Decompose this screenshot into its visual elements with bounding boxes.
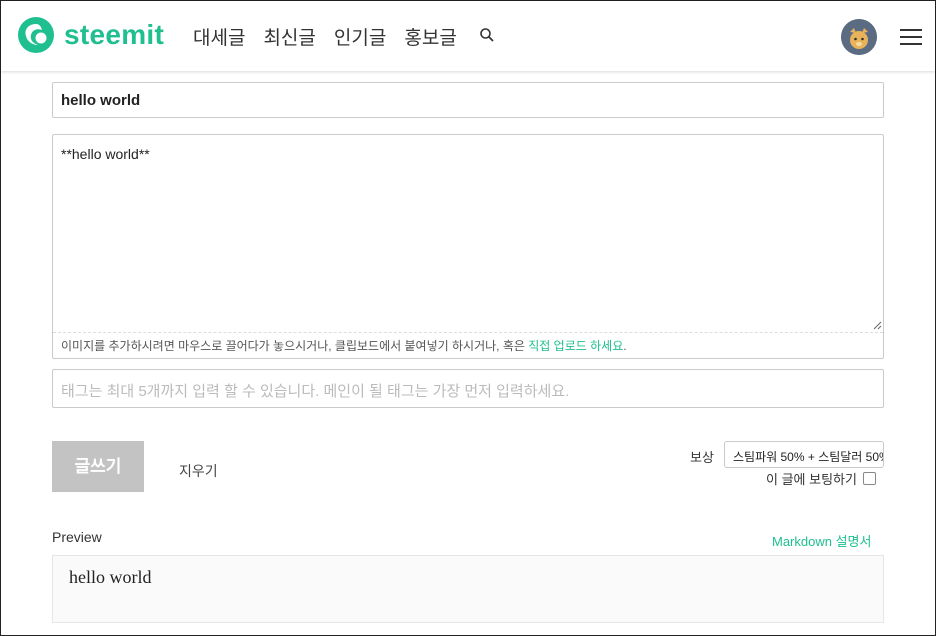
nav-hot[interactable]: 인기글 (334, 23, 386, 50)
tags-input[interactable]: 태그는 최대 5개까지 입력 할 수 있습니다. 메인이 될 태그는 가장 먼저… (52, 369, 884, 408)
nav-promoted[interactable]: 홍보글 (404, 23, 456, 50)
preview-label: Preview (52, 529, 102, 545)
brand-name: steemit (64, 19, 165, 50)
hamburger-menu-icon[interactable] (900, 28, 922, 46)
main-nav: 대세글 최신글 인기글 홍보글 (193, 23, 475, 50)
dropzone-end: . (623, 339, 627, 353)
avatar-image (841, 19, 877, 55)
upload-link[interactable]: 직접 업로드 하세요 (528, 339, 623, 353)
nav-new[interactable]: 최신글 (263, 23, 315, 50)
preview-box: hello world (52, 555, 884, 623)
upvote-option: 이 글에 보팅하기 (766, 469, 876, 488)
body-text: **hello world** (61, 146, 150, 162)
body-editor[interactable]: **hello world** 이미지를 추가하시려면 마우스로 끌어다가 놓으… (52, 134, 884, 359)
top-header: steemit 대세글 최신글 인기글 홍보글 (1, 1, 935, 71)
resize-handle-icon[interactable] (872, 320, 882, 330)
dropzone-text: 이미지를 추가하시려면 마우스로 끌어다가 놓으시거나, 클립보드에서 붙여넣기… (61, 339, 529, 353)
upvote-label: 이 글에 보팅하기 (766, 472, 857, 487)
clear-button[interactable]: 지우기 (179, 461, 218, 481)
search-icon[interactable] (479, 27, 495, 43)
image-dropzone[interactable]: 이미지를 추가하시려면 마우스로 끌어다가 놓으시거나, 클립보드에서 붙여넣기… (53, 332, 883, 358)
title-input[interactable]: hello world (52, 82, 884, 118)
markdown-guide-link[interactable]: Markdown 설명서 (772, 531, 871, 550)
nav-trending[interactable]: 대세글 (193, 23, 245, 50)
post-button[interactable]: 글쓰기 (52, 441, 144, 492)
upvote-checkbox[interactable] (862, 472, 876, 485)
reward-label: 보상 (690, 450, 714, 465)
steemit-logo[interactable]: steemit (17, 16, 164, 54)
reward-select[interactable]: 스팀파워 50% + 스팀달러 50% (724, 441, 884, 468)
preview-content: hello world (69, 567, 152, 587)
steemit-logo-icon (18, 17, 54, 53)
avatar[interactable] (841, 19, 877, 55)
